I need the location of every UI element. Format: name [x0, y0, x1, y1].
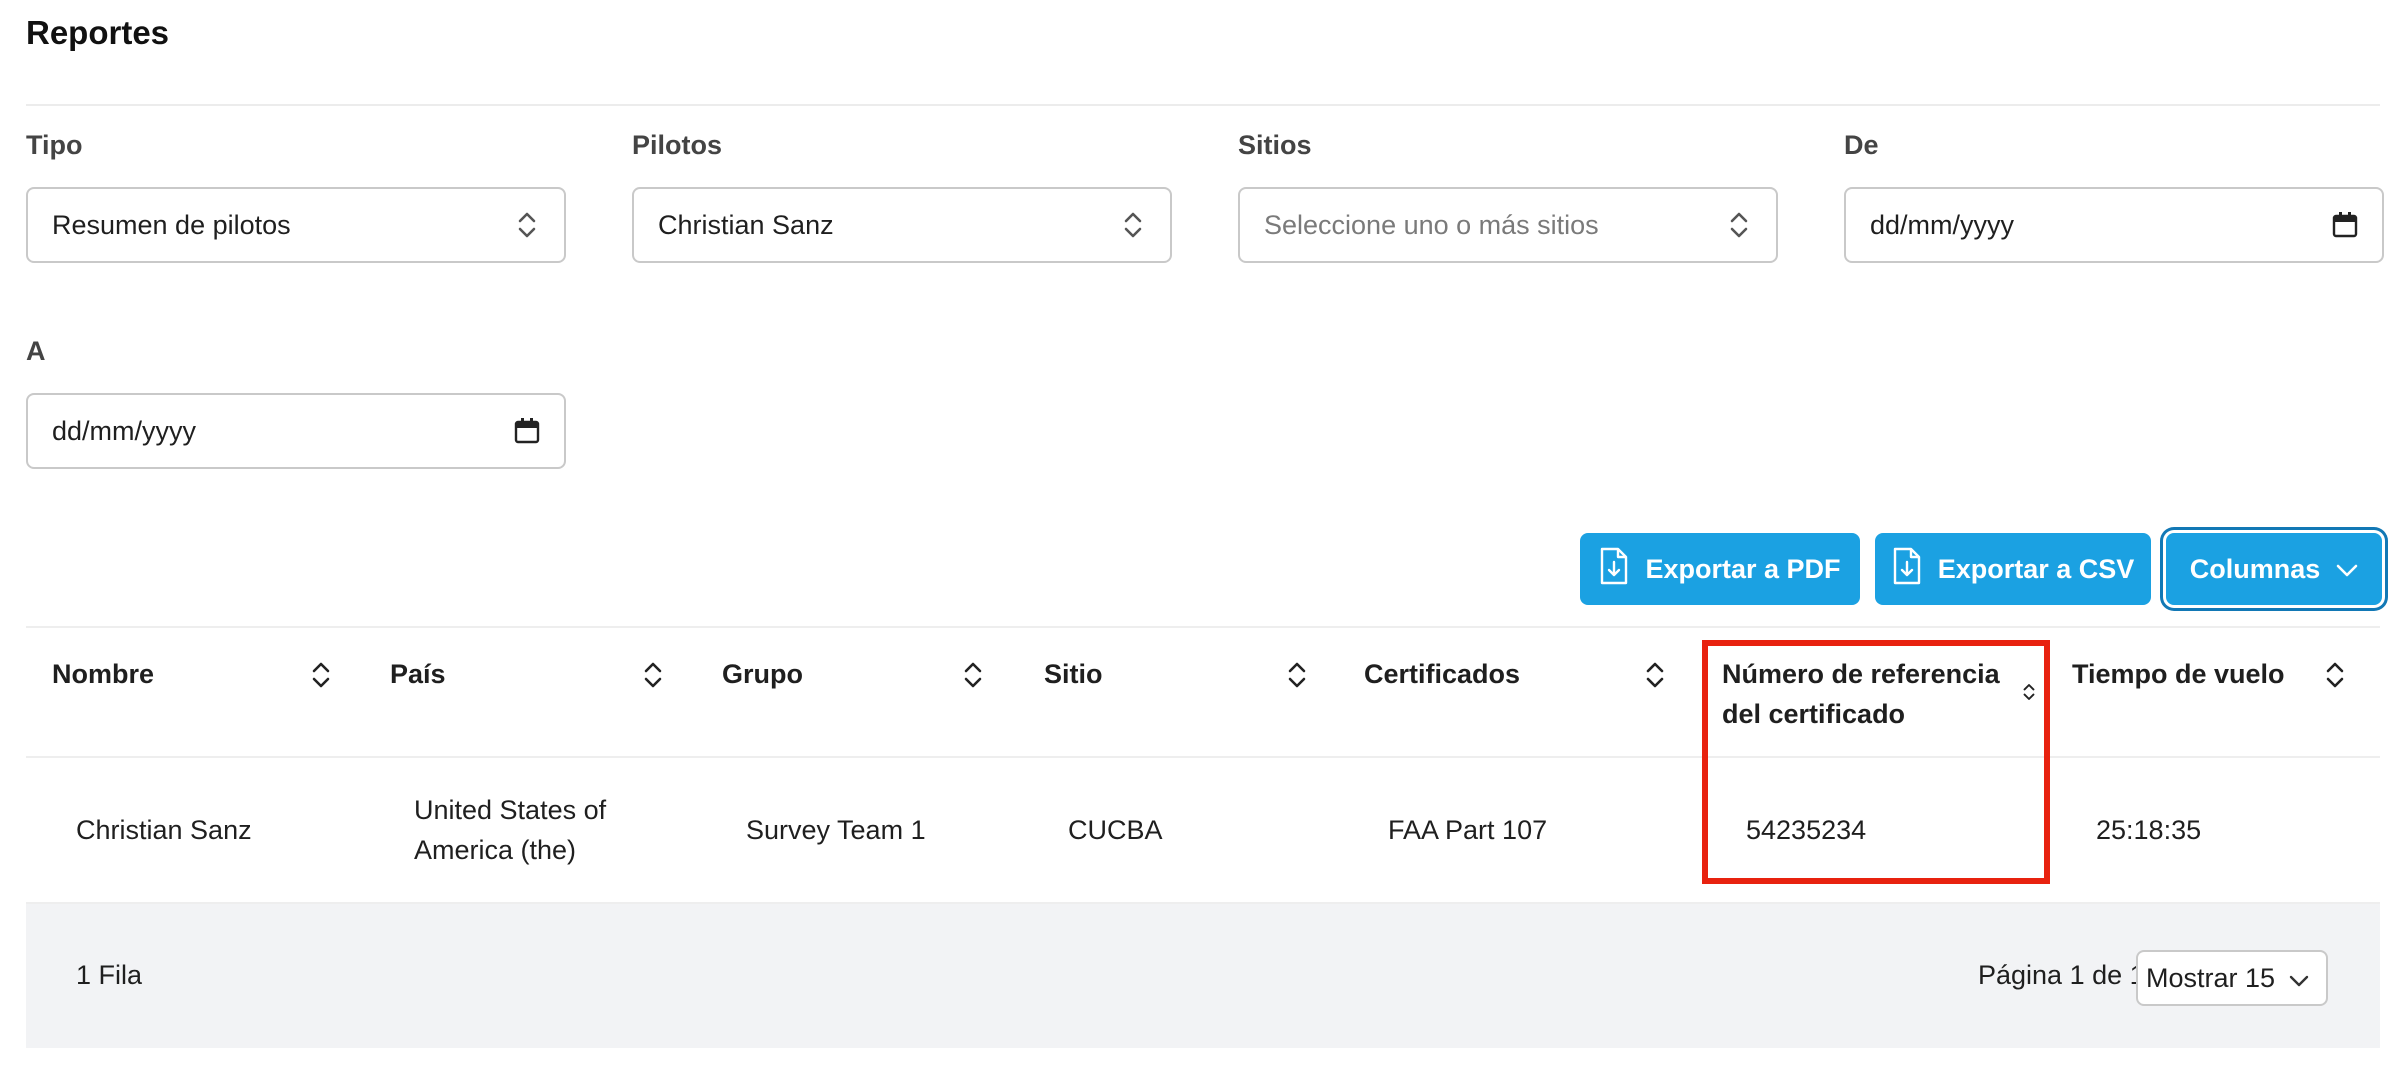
columns-button[interactable]: Columnas [2166, 533, 2382, 605]
pilotos-label: Pilotos [632, 130, 723, 160]
columns-label: Columnas [2189, 553, 2321, 584]
title-divider [26, 104, 2380, 106]
pagination-text: Página 1 de 1 [1978, 960, 2145, 990]
sort-icon[interactable] [962, 658, 984, 692]
cell-pais: United States of America (the) [414, 790, 606, 870]
a-date-value: dd/mm/yyyy [52, 415, 197, 446]
column-header-tiempo-vuelo[interactable]: Tiempo de vuelo [2072, 654, 2285, 694]
cell-pais-line2: America (the) [414, 835, 577, 865]
cell-tiempo-vuelo: 25:18:35 [2096, 815, 2202, 845]
column-header-sitio[interactable]: Sitio [1044, 654, 1103, 694]
chevron-up-down-icon [514, 208, 540, 242]
tipo-label: Tipo [26, 130, 83, 160]
sort-icon[interactable] [310, 658, 332, 692]
calendar-icon[interactable] [514, 414, 540, 448]
table-footer: 1 Fila Página 1 de 1 Mostrar 15 [26, 904, 2380, 1048]
cell-grupo: Survey Team 1 [746, 815, 926, 845]
sitios-label: Sitios [1238, 130, 1312, 160]
sort-icon[interactable] [1644, 658, 1666, 692]
a-date-input[interactable]: dd/mm/yyyy [26, 393, 566, 469]
tipo-select[interactable]: Resumen de pilotos [26, 187, 566, 263]
sitios-select[interactable]: Seleccione uno o más sitios [1238, 187, 1778, 263]
column-header-pais[interactable]: País [390, 654, 446, 694]
page-title: Reportes [26, 14, 170, 51]
sort-icon[interactable] [642, 658, 664, 692]
tipo-select-value: Resumen de pilotos [52, 209, 291, 240]
pilotos-select[interactable]: Christian Sanz [632, 187, 1172, 263]
pilotos-select-value: Christian Sanz [658, 209, 834, 240]
export-csv-label: Exportar a CSV [1937, 553, 2135, 584]
chevron-up-down-icon [1726, 208, 1752, 242]
sitios-select-placeholder: Seleccione uno o más sitios [1264, 209, 1599, 240]
de-label: De [1844, 130, 1879, 160]
cell-nombre: Christian Sanz [76, 815, 252, 845]
highlight-annotation [1702, 640, 2050, 884]
cell-certificados: FAA Part 107 [1388, 815, 1548, 845]
export-pdf-label: Exportar a PDF [1645, 553, 1841, 584]
file-download-icon [1599, 547, 1629, 592]
row-count: 1 Fila [76, 960, 143, 990]
de-date-input[interactable]: dd/mm/yyyy [1844, 187, 2384, 263]
column-header-certificados[interactable]: Certificados [1364, 654, 1520, 694]
sort-icon[interactable] [1286, 658, 1308, 692]
calendar-icon[interactable] [2332, 208, 2358, 242]
export-csv-button[interactable]: Exportar a CSV [1875, 533, 2151, 605]
column-header-nombre[interactable]: Nombre [52, 654, 154, 694]
chevron-down-icon [2289, 963, 2309, 994]
cell-pais-line1: United States of [414, 795, 607, 825]
page-size-value: Mostrar 15 [2146, 962, 2276, 993]
chevron-down-icon [2336, 554, 2358, 585]
cell-sitio: CUCBA [1068, 815, 1163, 845]
column-header-grupo[interactable]: Grupo [722, 654, 803, 694]
export-pdf-button[interactable]: Exportar a PDF [1580, 533, 1860, 605]
sort-icon[interactable] [2324, 658, 2346, 692]
file-download-icon [1892, 547, 1922, 592]
page-size-select[interactable]: Mostrar 15 [2136, 950, 2328, 1006]
de-date-value: dd/mm/yyyy [1870, 209, 2015, 240]
a-label: A [26, 336, 46, 366]
chevron-up-down-icon [1120, 208, 1146, 242]
